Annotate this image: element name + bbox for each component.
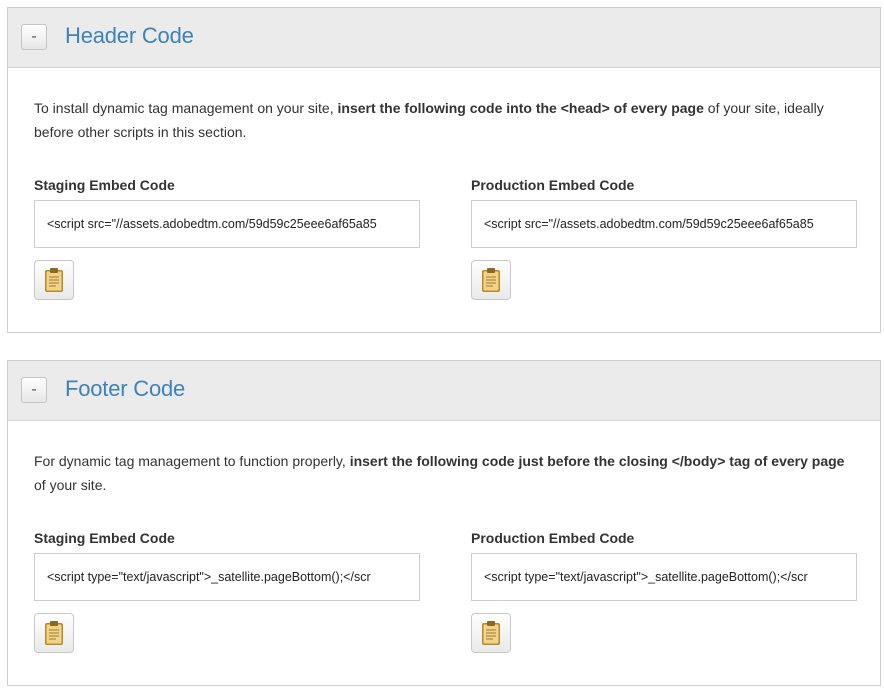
clipboard-icon xyxy=(45,268,63,292)
header-production-embed-field[interactable]: <script src="//assets.adobedtm.com/59d59… xyxy=(471,200,857,248)
footer-production-column: Production Embed Code <script type="text… xyxy=(471,527,857,653)
footer-code-panel: - Footer Code For dynamic tag management… xyxy=(7,360,881,686)
header-staging-column: Staging Embed Code <script src="//assets… xyxy=(34,174,420,300)
footer-code-collapse-button[interactable]: - xyxy=(21,377,47,403)
footer-staging-column: Staging Embed Code <script type="text/ja… xyxy=(34,527,420,653)
header-staging-embed-field[interactable]: <script src="//assets.adobedtm.com/59d59… xyxy=(34,200,420,248)
header-production-copy-button[interactable] xyxy=(471,260,511,300)
header-desc-pre: To install dynamic tag management on you… xyxy=(34,100,338,116)
header-staging-label: Staging Embed Code xyxy=(34,177,175,193)
header-production-column: Production Embed Code <script src="//ass… xyxy=(471,174,857,300)
footer-production-copy-button[interactable] xyxy=(471,613,511,653)
footer-desc-pre: For dynamic tag management to function p… xyxy=(34,453,350,469)
footer-code-description: For dynamic tag management to function p… xyxy=(34,449,854,497)
header-code-panel: - Header Code To install dynamic tag man… xyxy=(7,7,881,333)
footer-code-title: Footer Code xyxy=(65,376,186,401)
footer-staging-copy-button[interactable] xyxy=(34,613,74,653)
header-code-description: To install dynamic tag management on you… xyxy=(34,96,854,144)
footer-staging-embed-field[interactable]: <script type="text/javascript">_satellit… xyxy=(34,553,420,601)
header-code-collapse-button[interactable]: - xyxy=(21,24,47,50)
header-code-title: Header Code xyxy=(65,23,194,48)
footer-production-label: Production Embed Code xyxy=(471,530,635,546)
header-staging-copy-button[interactable] xyxy=(34,260,74,300)
footer-production-embed-field[interactable]: <script type="text/javascript">_satellit… xyxy=(471,553,857,601)
header-production-label: Production Embed Code xyxy=(471,177,635,193)
header-code-panel-bar: - Header Code xyxy=(8,8,880,68)
footer-code-panel-bar: - Footer Code xyxy=(8,361,880,421)
footer-desc-bold: insert the following code just before th… xyxy=(349,453,845,469)
clipboard-icon xyxy=(482,621,500,645)
clipboard-icon xyxy=(45,621,63,645)
footer-staging-label: Staging Embed Code xyxy=(34,530,175,546)
header-desc-bold: insert the following code into the <head… xyxy=(337,100,704,116)
clipboard-icon xyxy=(482,268,500,292)
footer-desc-post: of your site. xyxy=(34,477,107,493)
